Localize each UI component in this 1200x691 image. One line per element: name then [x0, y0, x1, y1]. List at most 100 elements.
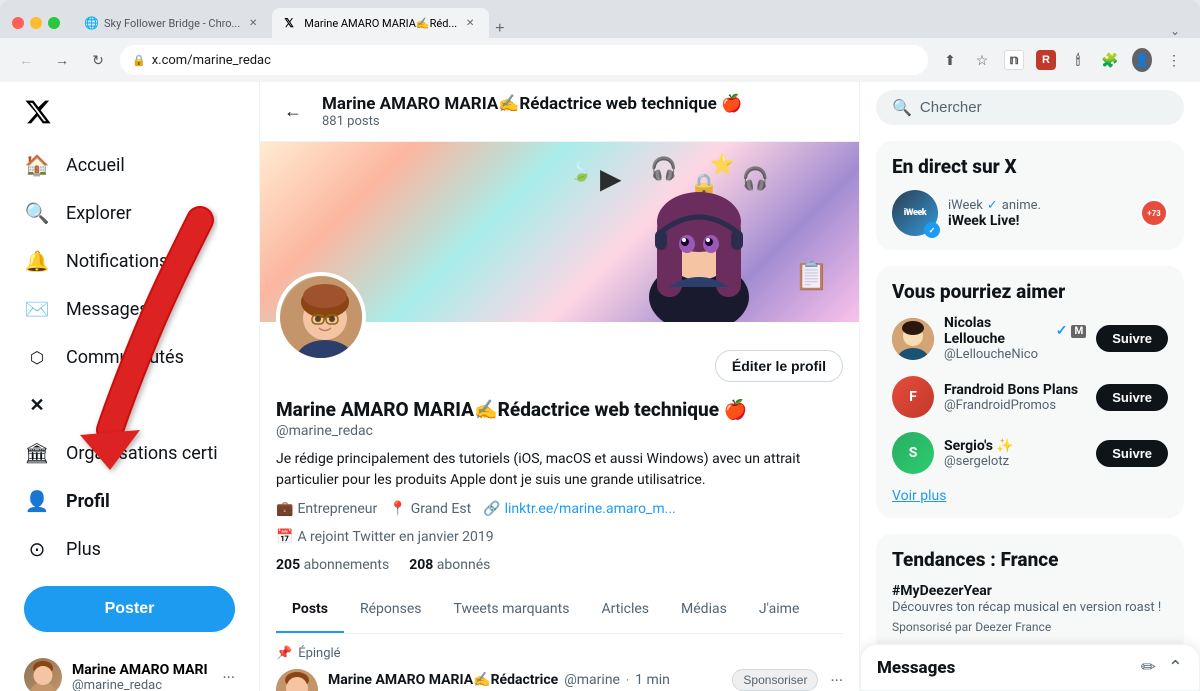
toolbar-icons: ⬆ ☆ 𝕟 R 🕯 🧩 👤 ⋮: [936, 46, 1188, 74]
briefcase-icon: 💼: [276, 501, 293, 517]
main-content: ← Marine AMARO MARIA✍️Rédactrice web tec…: [260, 82, 860, 691]
collapse-messages-icon[interactable]: ⌃: [1168, 657, 1183, 678]
sidebar-profile[interactable]: Marine AMARO MARI @marine_redac ···: [12, 648, 247, 691]
search-input[interactable]: [920, 99, 1168, 116]
follow-button-3[interactable]: Suivre: [1096, 440, 1168, 467]
new-tab-button[interactable]: +: [489, 20, 510, 38]
post-button[interactable]: Poster: [24, 586, 235, 632]
live-item[interactable]: iWeek ✓ iWeek ✓ anime. iWeek Live!: [892, 190, 1168, 236]
browser-tab-1[interactable]: 🌐 Sky Follower Bridge - Chro... ✕: [72, 8, 272, 38]
tweet-author-name: Marine AMARO MARIA✍️Rédactrice: [328, 672, 558, 688]
tab-articles[interactable]: Articles: [585, 587, 665, 633]
menu-dots-icon[interactable]: ⋮: [1160, 46, 1188, 74]
sidebar-label-notifications: Notifications: [66, 251, 168, 272]
tab-title-1: Sky Follower Bridge - Chro...: [104, 17, 240, 30]
tweet-avatar[interactable]: [276, 669, 318, 691]
sidebar-item-plus[interactable]: ⊙ Plus: [12, 526, 247, 572]
live-title: iWeek Live!: [948, 213, 1108, 229]
back-button[interactable]: ←: [12, 46, 40, 74]
sidebar-item-explorer[interactable]: 🔍 Explorer: [12, 190, 247, 236]
live-source: iWeek ✓ anime.: [948, 198, 1108, 213]
share-icon[interactable]: ⬆: [936, 46, 964, 74]
fullscreen-window-button[interactable]: [48, 17, 60, 29]
user-account-icon[interactable]: 👤: [1128, 46, 1156, 74]
extension-r-icon[interactable]: R: [1032, 46, 1060, 74]
tendances-widget: Tendances : France #MyDeezerYear Découvr…: [876, 534, 1184, 654]
follow-button-1[interactable]: Suivre: [1096, 325, 1168, 352]
browser-tab-2[interactable]: 𝕏 Marine AMARO MARIA✍️Réd... ✕: [272, 8, 489, 38]
tab-posts[interactable]: Posts: [276, 587, 344, 633]
browser-chrome: 🌐 Sky Follower Bridge - Chro... ✕ 𝕏 Mari…: [0, 0, 1200, 82]
sidebar-item-organisations[interactable]: 🏛 Organisations certi: [12, 430, 247, 476]
suggest-info-3: Sergio's ✨ @sergelotz: [944, 438, 1086, 469]
tweet-more-button[interactable]: ···: [830, 671, 843, 690]
close-window-button[interactable]: [12, 17, 24, 29]
sidebar-item-profil[interactable]: 👤 Profil: [12, 478, 247, 524]
browser-titlebar: 🌐 Sky Follower Bridge - Chro... ✕ 𝕏 Mari…: [0, 0, 1200, 38]
back-to-feed-button[interactable]: ←: [276, 95, 310, 129]
sidebar-label-communautes: Communautés: [66, 347, 184, 368]
voir-plus-link[interactable]: Voir plus: [892, 488, 1168, 504]
verified-icon-1: ✓: [1056, 323, 1068, 339]
twitter-logo[interactable]: [12, 90, 247, 138]
forward-button[interactable]: →: [48, 46, 76, 74]
profile-top-info: Marine AMARO MARIA✍️Rédactrice web techn…: [322, 94, 742, 129]
address-text: x.com/marine_redac: [152, 53, 916, 68]
profile-bio: Je rédige principalement des tutoriels (…: [276, 449, 843, 491]
bookmark-star-icon[interactable]: ☆: [968, 46, 996, 74]
suggest-handle-1: @LelloucheNico: [944, 347, 1086, 362]
profile-handle: @marine_redac: [276, 423, 843, 439]
profile-top-name: Marine AMARO MARIA✍️Rédactrice web techn…: [322, 94, 742, 114]
address-bar[interactable]: 🔒 x.com/marine_redac: [120, 45, 928, 75]
live-participants: +73: [1118, 199, 1168, 227]
sidebar-item-communautes[interactable]: ⬡ Communautés: [12, 334, 247, 380]
link-icon: 🔗: [483, 501, 500, 517]
tab-reponses[interactable]: Réponses: [344, 587, 438, 633]
organisations-icon: 🏛: [24, 440, 50, 466]
tendance-item-1[interactable]: #MyDeezerYear Découvres ton récap musica…: [892, 583, 1168, 636]
tabs-bar: 🌐 Sky Follower Bridge - Chro... ✕ 𝕏 Mari…: [72, 8, 1188, 38]
sidebar-item-premium[interactable]: ✕ Premium: [12, 382, 247, 428]
sponsor-button[interactable]: Sponsoriser: [732, 669, 818, 691]
follow-button-2[interactable]: Suivre: [1096, 384, 1168, 411]
profile-post-count: 881 posts: [322, 114, 742, 129]
en-direct-widget: En direct sur X iWeek ✓ iWeek ✓: [876, 141, 1184, 250]
sidebar-item-notifications[interactable]: 🔔 Notifications: [12, 238, 247, 284]
sidebar-label-profil: Profil: [66, 491, 110, 512]
tab-medias[interactable]: Médias: [665, 587, 743, 633]
extension-notion-icon[interactable]: 𝕟: [1000, 46, 1028, 74]
tweet-separator: ·: [626, 673, 629, 687]
avatar-wrapper: [276, 272, 366, 362]
lock-icon: 🔒: [132, 54, 146, 67]
reload-button[interactable]: ↻: [84, 46, 112, 74]
extension-candle-icon[interactable]: 🕯: [1064, 46, 1092, 74]
search-bar[interactable]: 🔍: [876, 90, 1184, 125]
tab-jaime[interactable]: J'aime: [743, 587, 816, 633]
meta-location: 📍 Grand Est: [389, 501, 471, 517]
tab-list-icon[interactable]: ⌄: [1170, 24, 1188, 38]
en-direct-title: En direct sur X: [892, 155, 1168, 178]
twitter-layout: 🏠 Accueil 🔍 Explorer 🔔 Notifications ✉️ …: [0, 82, 1200, 691]
messages-bar: Messages ✏ ⌃: [860, 644, 1200, 691]
participant-count-badge: +73: [1140, 199, 1168, 227]
traffic-lights: [12, 17, 60, 29]
sidebar-more-dots[interactable]: ···: [222, 668, 235, 687]
minimize-window-button[interactable]: [30, 17, 42, 29]
extensions-puzzle-icon[interactable]: 🧩: [1096, 46, 1124, 74]
tab-close-1[interactable]: ✕: [246, 16, 260, 30]
edit-profile-button[interactable]: Éditer le profil: [715, 350, 843, 382]
x-premium-icon: ✕: [24, 392, 50, 418]
sidebar-item-messages[interactable]: ✉️ Messages: [12, 286, 247, 332]
home-icon: 🏠: [24, 152, 50, 178]
sidebar-item-accueil[interactable]: 🏠 Accueil: [12, 142, 247, 188]
account-avatar: 👤: [1132, 48, 1152, 72]
meta-link[interactable]: 🔗 linktr.ee/marine.amaro_m...: [483, 501, 676, 517]
compose-message-icon[interactable]: ✏: [1141, 657, 1156, 678]
following-link[interactable]: 205 abonnements: [276, 557, 389, 573]
followers-link[interactable]: 208 abonnés: [409, 557, 490, 573]
location-icon: 📍: [389, 501, 406, 517]
sidebar-label-organisations: Organisations certi: [66, 443, 218, 464]
tab-tweets-marquants[interactable]: Tweets marquants: [437, 587, 585, 633]
suggest-item-3: S Sergio's ✨ @sergelotz Suivre: [892, 432, 1168, 474]
tab-close-2[interactable]: ✕: [463, 16, 477, 30]
